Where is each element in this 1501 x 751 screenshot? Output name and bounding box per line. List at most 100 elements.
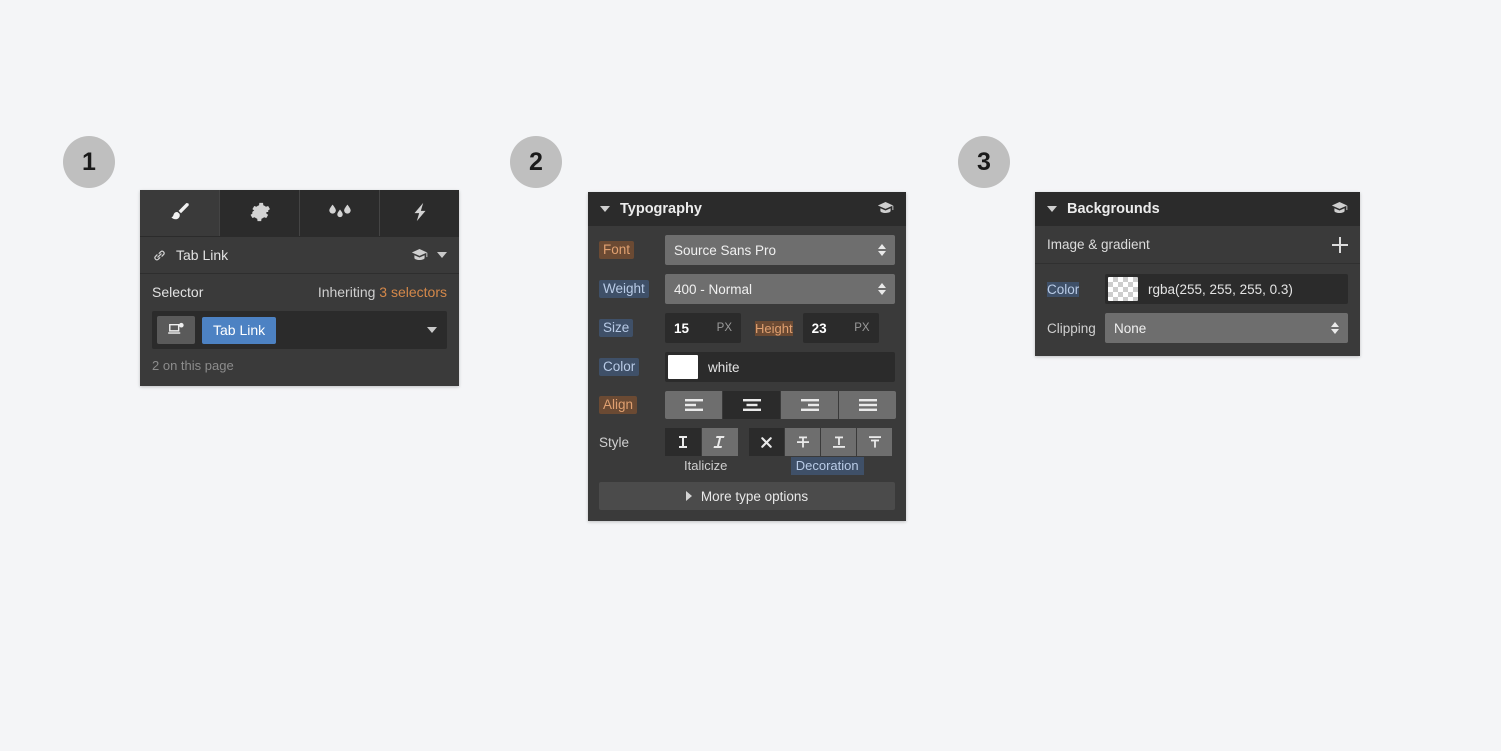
selector-dropdown-caret-icon[interactable]	[427, 327, 437, 333]
color-label-wrap: Color	[599, 358, 665, 376]
typography-title: Typography	[620, 201, 702, 217]
plus-icon[interactable]	[1332, 237, 1348, 253]
italic-icon[interactable]	[702, 428, 738, 456]
selector-body: Selector Inheriting 3 selectors Tab Link	[140, 274, 459, 386]
size-unit: PX	[717, 322, 732, 334]
backgrounds-body: Color rgba(255, 255, 255, 0.3) Clipping …	[1035, 264, 1360, 356]
tab-interactions[interactable]	[380, 190, 459, 236]
font-label-wrap: Font	[599, 241, 665, 259]
step-badge-number: 1	[82, 148, 96, 177]
color-input[interactable]: white	[665, 352, 895, 382]
color-value: white	[708, 360, 740, 375]
color-label[interactable]: Color	[599, 358, 639, 376]
selector-tag[interactable]: Tab Link	[202, 317, 276, 344]
no-decoration-icon[interactable]	[749, 428, 784, 456]
clipping-value: None	[1114, 321, 1146, 336]
triangle-right-icon	[686, 491, 692, 501]
inheriting-info: Inheriting 3 selectors	[318, 284, 447, 300]
font-select[interactable]: Source Sans Pro	[665, 235, 895, 265]
height-input[interactable]: 23 PX	[803, 313, 879, 343]
tab-style[interactable]	[140, 190, 220, 236]
clipping-label-wrap: Clipping	[1047, 321, 1105, 336]
transparency-checker-swatch[interactable]	[1108, 277, 1138, 301]
align-row: Align	[599, 391, 895, 419]
step-badge-number: 3	[977, 148, 991, 177]
backgrounds-header[interactable]: Backgrounds	[1035, 192, 1360, 226]
lightning-bolt-icon	[409, 201, 431, 226]
background-color-input[interactable]: rgba(255, 255, 255, 0.3)	[1105, 274, 1348, 304]
height-unit: PX	[854, 322, 869, 334]
background-color-value: rgba(255, 255, 255, 0.3)	[1148, 282, 1293, 297]
selector-header: Selector Inheriting 3 selectors	[152, 284, 447, 300]
selector-title: Selector	[152, 284, 203, 300]
align-justify-icon[interactable]	[839, 391, 896, 419]
backgrounds-panel: Backgrounds Image & gradient Color rgba(…	[1035, 192, 1360, 356]
size-input[interactable]: 15 PX	[665, 313, 741, 343]
align-button-group	[665, 391, 896, 419]
weight-label[interactable]: Weight	[599, 280, 649, 298]
background-color-label-wrap: Color	[1047, 282, 1105, 297]
element-breadcrumb-row[interactable]: Tab Link	[140, 237, 459, 274]
selector-page-count: 2 on this page	[152, 358, 447, 373]
paintbrush-icon	[168, 200, 192, 227]
weight-value: 400 - Normal	[674, 282, 752, 297]
upright-icon[interactable]	[665, 428, 701, 456]
font-label[interactable]: Font	[599, 241, 634, 259]
more-type-options-label: More type options	[701, 489, 808, 504]
step-badge-number: 2	[529, 148, 543, 177]
graduation-cap-icon[interactable]	[877, 201, 894, 218]
spinner-icon[interactable]	[878, 283, 886, 295]
triangle-down-icon[interactable]	[600, 206, 610, 212]
size-label[interactable]: Size	[599, 319, 633, 337]
laptop-icon[interactable]	[157, 316, 195, 344]
style-row: Style	[599, 428, 895, 456]
decoration-label[interactable]: Decoration	[791, 457, 864, 475]
clipping-select[interactable]: None	[1105, 313, 1348, 343]
spinner-icon[interactable]	[1331, 322, 1339, 334]
breadcrumb-caret-down-icon[interactable]	[437, 252, 447, 258]
italic-button-group	[665, 428, 738, 456]
style-label-wrap: Style	[599, 435, 665, 450]
height-value: 23	[812, 321, 827, 336]
decoration-button-group	[749, 428, 892, 456]
link-icon	[152, 248, 167, 263]
droplets-icon	[326, 201, 354, 226]
weight-row: Weight 400 - Normal	[599, 274, 895, 304]
background-color-row: Color rgba(255, 255, 255, 0.3)	[1047, 274, 1348, 304]
align-center-icon[interactable]	[723, 391, 780, 419]
screenshot-stage: 1 2 3	[0, 0, 1501, 751]
color-row: Color white	[599, 352, 895, 382]
step-badge-2: 2	[510, 136, 562, 188]
inheriting-count[interactable]: 3 selectors	[379, 284, 447, 300]
size-height-row: Size 15 PX Height 23 PX	[599, 313, 895, 343]
triangle-down-icon[interactable]	[1047, 206, 1057, 212]
image-gradient-label: Image & gradient	[1047, 237, 1150, 252]
strikethrough-icon[interactable]	[785, 428, 820, 456]
panel-tabbar	[140, 190, 459, 237]
height-label-wrap: Height	[755, 321, 793, 336]
align-label-wrap: Align	[599, 396, 665, 414]
tab-settings[interactable]	[220, 190, 300, 236]
graduation-cap-icon[interactable]	[411, 248, 428, 262]
height-label[interactable]: Height	[755, 321, 793, 336]
background-color-label[interactable]: Color	[1047, 282, 1079, 297]
color-swatch[interactable]	[668, 355, 698, 379]
weight-label-wrap: Weight	[599, 280, 665, 298]
typography-header[interactable]: Typography	[588, 192, 906, 226]
overline-icon[interactable]	[857, 428, 892, 456]
align-right-icon[interactable]	[781, 391, 838, 419]
inheriting-text: Inheriting	[318, 284, 376, 300]
selector-input-field[interactable]: Tab Link	[152, 311, 447, 349]
spinner-icon[interactable]	[878, 244, 886, 256]
more-type-options-button[interactable]: More type options	[599, 482, 895, 510]
tab-effects[interactable]	[300, 190, 380, 236]
weight-select[interactable]: 400 - Normal	[665, 274, 895, 304]
graduation-cap-icon[interactable]	[1331, 201, 1348, 218]
image-gradient-row[interactable]: Image & gradient	[1035, 226, 1360, 264]
align-left-icon[interactable]	[665, 391, 722, 419]
align-label[interactable]: Align	[599, 396, 637, 414]
decoration-label-wrap: Decoration	[759, 458, 895, 473]
font-value: Source Sans Pro	[674, 243, 776, 258]
underline-icon[interactable]	[821, 428, 856, 456]
typography-body: Font Source Sans Pro Weight 400 - Normal	[588, 226, 906, 521]
